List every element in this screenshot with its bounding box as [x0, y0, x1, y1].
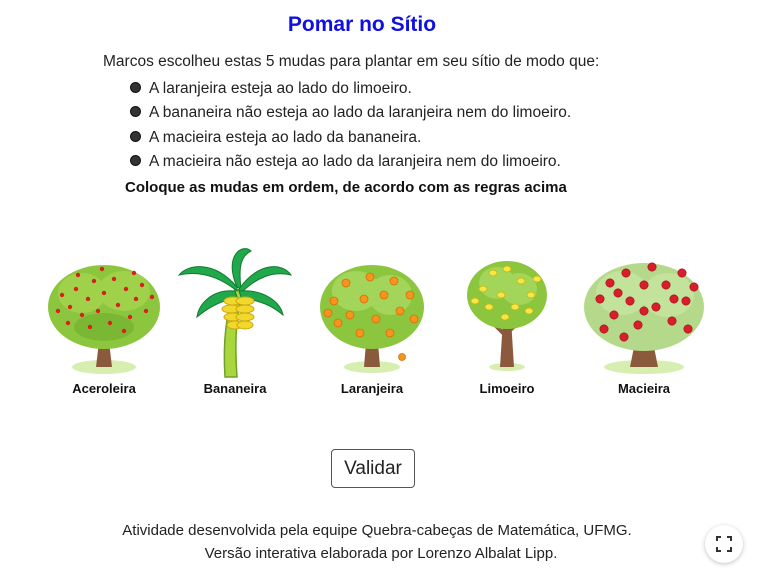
rule-text: A laranjeira esteja ao lado do limoeiro. [149, 80, 412, 98]
apple-tree-icon [584, 262, 704, 374]
rule-item: A bananeira não esteja ao lado da laranj… [130, 101, 571, 125]
fullscreen-button[interactable] [705, 525, 743, 563]
instruction-text: Coloque as mudas em ordem, de acordo com… [125, 179, 567, 196]
rules-list: A laranjeira esteja ao lado do limoeiro.… [130, 77, 571, 174]
rule-text: A bananeira não esteja ao lado da laranj… [149, 104, 572, 122]
tree-card-macieira[interactable]: Macieira [579, 245, 709, 396]
tree-label: Laranjeira [340, 381, 404, 396]
rule-text: A macieira esteja ao lado da bananeira. [149, 128, 422, 146]
tree-card-aceroleira[interactable]: Aceroleira [39, 245, 169, 396]
fullscreen-icon [716, 536, 732, 552]
tree-card-bananeira[interactable]: Bananeira [170, 245, 300, 396]
acerola-tree-icon [48, 265, 160, 374]
bullet-icon [130, 82, 141, 94]
tree-card-limoeiro[interactable]: Limoeiro [442, 245, 572, 396]
lemon-tree-icon [467, 261, 547, 371]
footer-credit-line2: Versão interativa elaborada por Lorenzo … [204, 545, 558, 562]
tree-label: Bananeira [203, 381, 267, 396]
validate-button[interactable]: Validar [331, 449, 415, 488]
rule-item: A macieira esteja ao lado da bananeira. [130, 126, 571, 150]
tree-label: Limoeiro [479, 381, 535, 396]
bullet-icon [130, 155, 141, 167]
tree-label: Aceroleira [72, 381, 136, 396]
rule-item: A macieira não esteja ao lado da laranje… [130, 150, 571, 174]
tree-label: Macieira [617, 381, 671, 396]
bullet-icon [130, 106, 141, 118]
footer-credit-line1: Atividade desenvolvida pela equipe Quebr… [122, 522, 632, 539]
intro-text: Marcos escolheu estas 5 mudas para plant… [103, 53, 600, 70]
bullet-icon [130, 130, 141, 142]
orange-tree-icon [320, 265, 424, 373]
banana-tree-icon [177, 248, 293, 378]
rule-item: A laranjeira esteja ao lado do limoeiro. [130, 77, 571, 101]
rule-text: A macieira não esteja ao lado da laranje… [149, 153, 561, 171]
page-title: Pomar no Sítio [287, 13, 437, 36]
tree-card-laranjeira[interactable]: Laranjeira [307, 245, 437, 396]
